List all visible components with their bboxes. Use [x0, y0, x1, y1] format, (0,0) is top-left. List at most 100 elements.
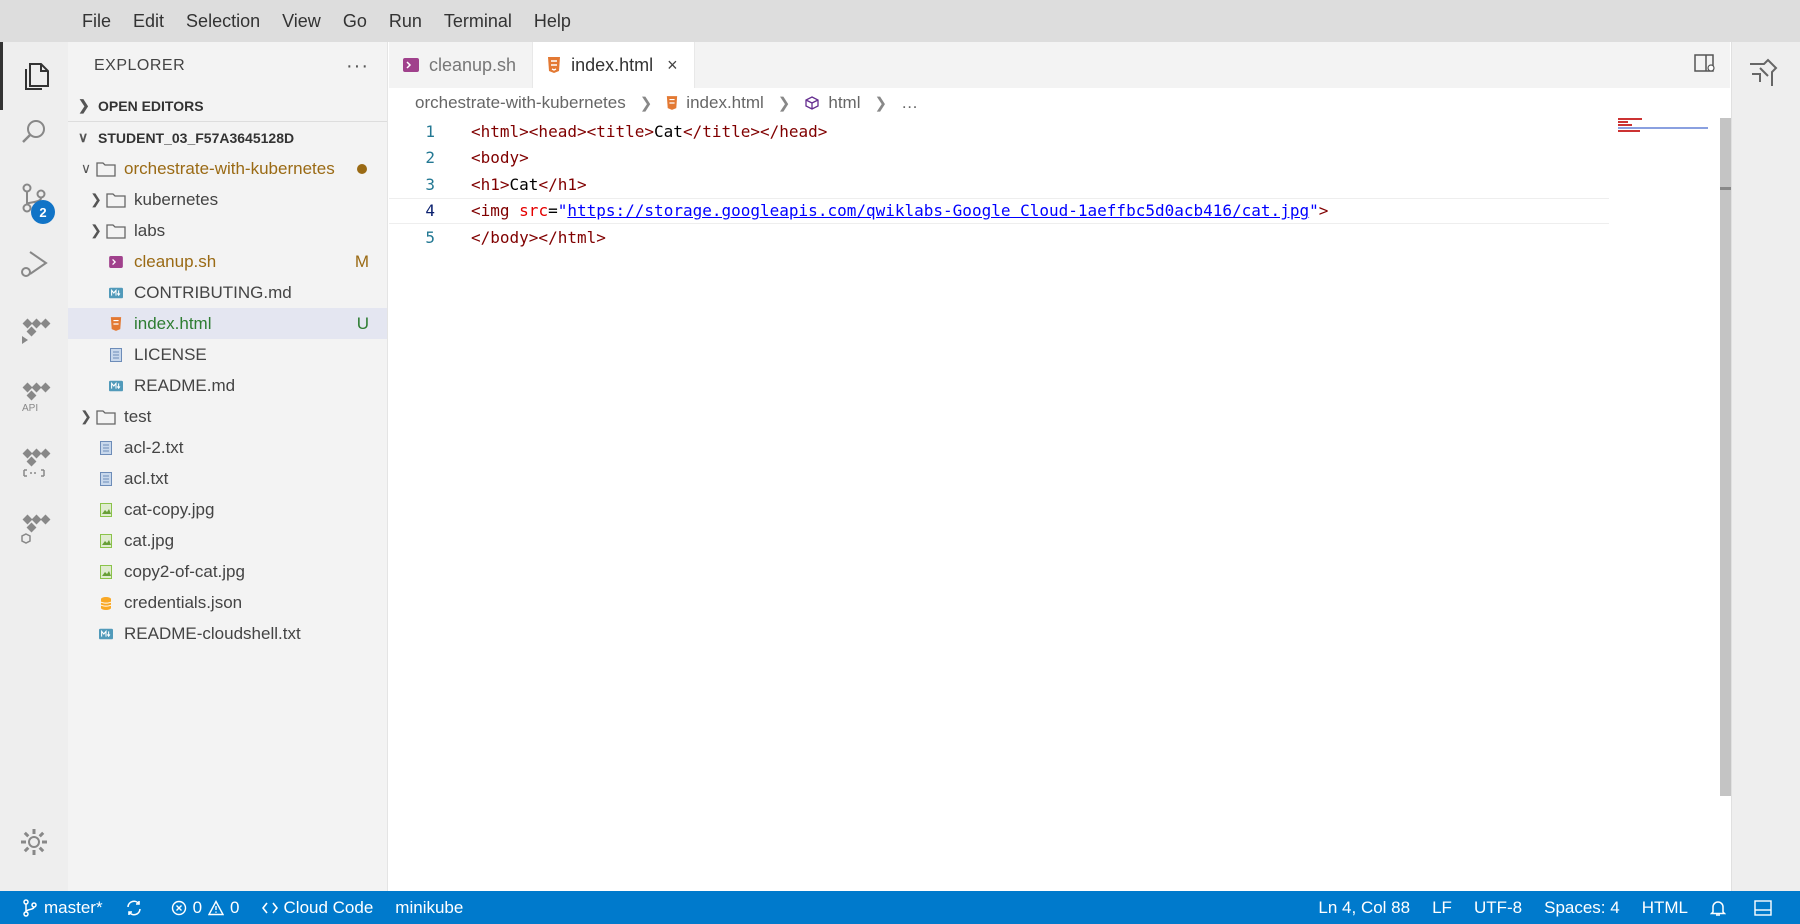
code-line[interactable]: 2 <body>	[389, 145, 1609, 171]
run-debug-icon	[21, 251, 48, 277]
menu-view[interactable]: View	[282, 9, 321, 34]
code-link[interactable]: https://storage.googleapis.com/qwiklabs-…	[567, 201, 1309, 220]
explorer-header: EXPLORER ···	[68, 42, 387, 90]
language-status[interactable]: HTML	[1642, 898, 1688, 918]
tree-folder[interactable]: ❯ test	[68, 401, 387, 432]
folder-icon	[104, 190, 128, 210]
tab-cleanup-sh[interactable]: cleanup.sh	[389, 42, 534, 88]
run-debug-activity-button[interactable]	[0, 230, 68, 298]
cloud-code-status[interactable]: Cloud Code	[261, 898, 373, 918]
text-file-icon	[94, 438, 118, 458]
tree-file[interactable]: index.html U	[68, 308, 387, 339]
chevron-right-icon: ❯	[777, 95, 791, 112]
eol-status[interactable]: LF	[1432, 898, 1452, 918]
menu-file[interactable]: File	[82, 9, 111, 34]
modified-dot-icon	[357, 163, 367, 174]
menu-go[interactable]: Go	[343, 9, 367, 34]
menu-help[interactable]: Help	[534, 9, 571, 34]
tree-item-label: CONTRIBUTING.md	[134, 282, 292, 302]
code-token: <html><head><title>	[471, 121, 655, 141]
cluster-status[interactable]: minikube	[395, 898, 463, 918]
menu-terminal[interactable]: Terminal	[444, 9, 512, 34]
breadcrumb-symbol[interactable]: html	[828, 93, 860, 113]
code-token: >	[1318, 201, 1329, 221]
split-editor-icon[interactable]	[1694, 54, 1716, 79]
image-file-icon	[94, 562, 118, 582]
gemini-assist-icon[interactable]	[1746, 54, 1782, 95]
code-line[interactable]: 5 </body></html>	[389, 224, 1609, 250]
branch-label: master*	[44, 897, 103, 917]
sync-status[interactable]	[125, 899, 149, 917]
secret-manager-activity-button[interactable]	[0, 428, 68, 496]
close-icon[interactable]: ×	[667, 55, 678, 76]
tree-item-label: test	[124, 406, 152, 426]
tree-file[interactable]: acl-2.txt	[68, 432, 387, 463]
breadcrumb-file[interactable]: index.html	[686, 93, 763, 113]
breadcrumb-ellipsis[interactable]: …	[901, 93, 918, 113]
search-activity-button[interactable]	[0, 98, 68, 166]
chevron-right-icon: ❯	[80, 408, 92, 424]
html-file-icon	[547, 57, 561, 73]
chevron-right-icon: ❯	[78, 97, 90, 113]
code-editor[interactable]: 1 <html><head><title>Cat</title></head> 2 <…	[389, 118, 1730, 891]
tree-file[interactable]: cat-copy.jpg	[68, 494, 387, 525]
svg-text:API: API	[22, 403, 38, 414]
problems-status[interactable]: 0 0	[171, 898, 240, 918]
tree-folder[interactable]: ❯ kubernetes	[68, 184, 387, 215]
code-line[interactable]: 3 <h1>Cat</h1>	[389, 171, 1609, 197]
tree-item-label: cat-copy.jpg	[124, 499, 215, 519]
code-line[interactable]: 1 <html><head><title>Cat</title></head>	[389, 118, 1609, 144]
tree-folder[interactable]: ❯ labs	[68, 215, 387, 246]
indent-status[interactable]: Spaces: 4	[1544, 898, 1620, 918]
tree-file[interactable]: README-cloudshell.txt	[68, 618, 387, 649]
menu-edit[interactable]: Edit	[133, 9, 164, 34]
code-text: <body>	[453, 148, 529, 167]
menu-run[interactable]: Run	[389, 9, 422, 34]
tree-folder[interactable]: ∨ orchestrate-with-kubernetes	[68, 153, 387, 184]
tab-index-html[interactable]: index.html ×	[533, 42, 695, 88]
minimap[interactable]	[1618, 118, 1722, 148]
cursor-position-status[interactable]: Ln 4, Col 88	[1318, 898, 1410, 918]
branch-status[interactable]: master*	[22, 898, 103, 918]
menu-selection[interactable]: Selection	[186, 9, 260, 34]
brackets-icon	[22, 448, 51, 477]
encoding-status[interactable]: UTF-8	[1474, 898, 1522, 918]
cloud-code-activity-button[interactable]	[0, 296, 68, 364]
code-token: <body>	[471, 148, 529, 168]
source-control-activity-button[interactable]: 2	[0, 164, 68, 232]
tree-item-label: kubernetes	[134, 189, 219, 209]
code-token: Cat	[654, 121, 683, 141]
cloud-code-icon	[22, 318, 51, 344]
breadcrumb-folder[interactable]: orchestrate-with-kubernetes	[415, 93, 626, 113]
more-actions-icon[interactable]: ···	[346, 55, 369, 78]
explorer-title: EXPLORER	[94, 57, 186, 74]
tree-item-label: cleanup.sh	[134, 251, 217, 271]
status-bar: master* 0 0 Cloud Code minikube Ln 4, Co…	[0, 891, 1800, 924]
code-text: <img src="https://storage.googleapis.com…	[453, 201, 1328, 220]
line-number: 1	[425, 121, 435, 141]
code-token: <img	[471, 201, 520, 221]
workspace-section[interactable]: ∨ STUDENT_03_F57A3645128D	[68, 122, 387, 153]
tree-file[interactable]: LICENSE	[68, 339, 387, 370]
tree-item-label: orchestrate-with-kubernetes	[124, 158, 335, 178]
kubernetes-activity-button[interactable]	[0, 494, 68, 562]
code-line[interactable]: 4 <img src="https://storage.googleapis.co…	[389, 197, 1609, 224]
cluster-label: minikube	[395, 897, 464, 917]
file-tree: ∨ orchestrate-with-kubernetes ❯ kubernetes ❯…	[68, 153, 387, 649]
tree-file[interactable]: CONTRIBUTING.md	[68, 277, 387, 308]
notifications-status[interactable]	[1710, 899, 1732, 917]
language-label: HTML	[1641, 897, 1688, 917]
tree-file[interactable]: credentials.json	[68, 587, 387, 618]
tree-file[interactable]: README.md	[68, 370, 387, 401]
tree-item-label: copy2-of-cat.jpg	[124, 561, 245, 581]
code-token: "	[1309, 201, 1319, 221]
api-activity-button[interactable]: API	[0, 362, 68, 430]
tree-file[interactable]: cleanup.sh M	[68, 246, 387, 277]
open-editors-section[interactable]: ❯ OPEN EDITORS	[68, 90, 387, 121]
tree-file[interactable]: acl.txt	[68, 463, 387, 494]
open-editors-label: OPEN EDITORS	[98, 97, 204, 114]
tree-file[interactable]: copy2-of-cat.jpg	[68, 556, 387, 587]
tree-file[interactable]: cat.jpg	[68, 525, 387, 556]
layout-status[interactable]	[1754, 899, 1778, 916]
manage-activity-button[interactable]	[0, 808, 68, 876]
